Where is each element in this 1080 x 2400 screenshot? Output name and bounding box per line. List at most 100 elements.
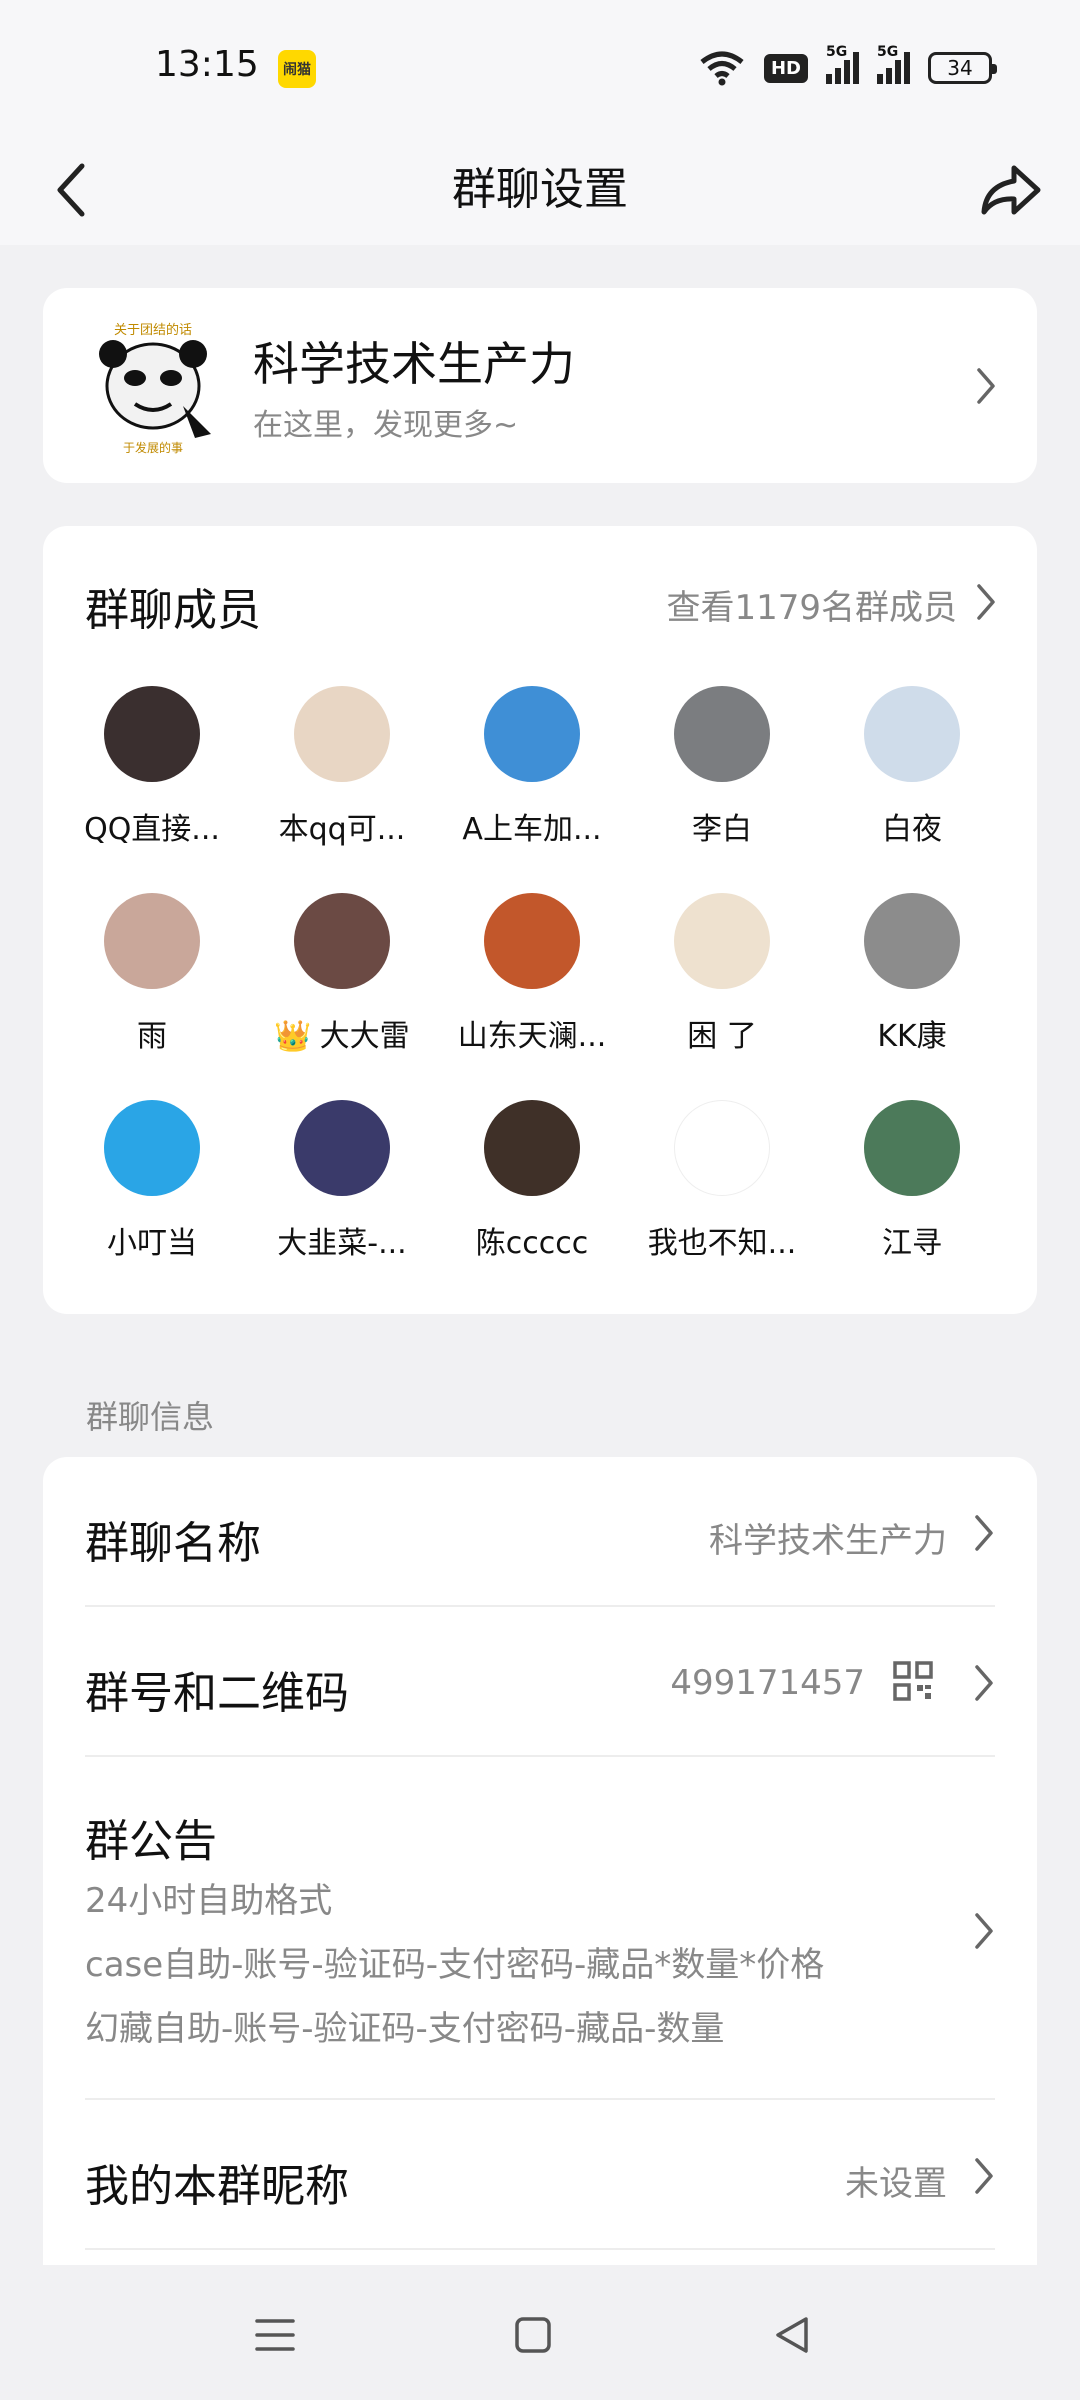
member-name: 本qq可... xyxy=(247,804,437,848)
member-avatar xyxy=(294,893,390,989)
avatar-text-bottom: 于发展的事 xyxy=(123,440,183,455)
member-name: 👑 大大雷 xyxy=(247,1011,437,1055)
member-avatar xyxy=(484,893,580,989)
member-name: 我也不知... xyxy=(627,1218,817,1262)
member-avatar xyxy=(674,893,770,989)
member-name: 李白 xyxy=(627,804,817,848)
member-name: 雨 xyxy=(57,1011,247,1055)
member-item[interactable]: 小叮当 xyxy=(57,1100,247,1262)
chevron-right-icon xyxy=(975,2158,993,2194)
member-avatar xyxy=(104,893,200,989)
nickname-label: 我的本群昵称 xyxy=(85,2161,349,2212)
chevron-right-icon xyxy=(975,1515,993,1551)
group-avatar: 关于团结的话 于发展的事 xyxy=(83,316,223,456)
group-id-label: 群号和二维码 xyxy=(85,1668,349,1719)
chevron-right-icon xyxy=(975,1913,993,1949)
group-name-label: 群聊名称 xyxy=(85,1518,261,1569)
page-title: 群聊设置 xyxy=(452,164,628,215)
announcement-preview: 24小时自助格式 case自助-账号-验证码-支付密码-藏品*数量*价格 幻藏自… xyxy=(85,1869,824,2061)
signal-label-2: 5G xyxy=(877,44,899,60)
member-name-text: 李白 xyxy=(692,812,752,847)
member-name: 大韭菜-... xyxy=(247,1218,437,1262)
chevron-right-icon[interactable] xyxy=(975,582,997,622)
member-name-text: 困 了 xyxy=(687,1019,757,1054)
member-name-text: 江寻 xyxy=(882,1226,942,1261)
group-name: 科学技术生产力 xyxy=(253,337,575,391)
member-avatar xyxy=(484,686,580,782)
announcement-line-2: case自助-账号-验证码-支付密码-藏品*数量*价格 xyxy=(85,1945,825,1985)
row-group-id-qrcode[interactable]: 群号和二维码 499171457 xyxy=(85,1607,995,1757)
member-item[interactable]: 白夜 xyxy=(817,686,1007,848)
chevron-right-icon xyxy=(975,1665,993,1701)
member-item[interactable]: 江寻 xyxy=(817,1100,1007,1262)
member-name-text: 小叮当 xyxy=(107,1226,197,1261)
member-item[interactable]: 本qq可... xyxy=(247,686,437,848)
member-name: A上车加... xyxy=(437,804,627,848)
back-triangle-icon xyxy=(776,2317,808,2353)
share-icon xyxy=(981,165,1041,215)
view-all-members-link[interactable]: 查看1179名群成员 xyxy=(666,580,957,629)
member-avatar xyxy=(674,686,770,782)
member-item[interactable]: A上车加... xyxy=(437,686,627,848)
group-info-card: 群聊名称 科学技术生产力 群号和二维码 499171457 群公告 24小时自助… xyxy=(43,1457,1037,2270)
member-name-text: 雨 xyxy=(137,1019,167,1054)
group-description: 在这里，发现更多~ xyxy=(253,408,519,443)
avatar-text-top: 关于团结的话 xyxy=(114,322,192,338)
share-button[interactable] xyxy=(970,153,1050,227)
system-navigation-bar xyxy=(0,2265,1080,2400)
member-item[interactable]: 👑 大大雷 xyxy=(247,893,437,1055)
member-avatar xyxy=(864,686,960,782)
menu-nav-button[interactable] xyxy=(235,2295,315,2375)
row-my-group-nickname[interactable]: 我的本群昵称 未设置 xyxy=(85,2100,995,2250)
status-time: 13:15 xyxy=(155,44,259,85)
member-item[interactable]: 陈ccccc xyxy=(437,1100,627,1262)
member-name: 白夜 xyxy=(817,804,1007,848)
member-item[interactable]: 雨 xyxy=(57,893,247,1055)
member-name: 陈ccccc xyxy=(437,1218,627,1262)
header: 群聊设置 xyxy=(0,135,1080,245)
row-group-announcement[interactable]: 群公告 24小时自助格式 case自助-账号-验证码-支付密码-藏品*数量*价格… xyxy=(85,1757,995,2100)
battery-level: 34 xyxy=(947,56,973,80)
member-item[interactable]: 山东天澜... xyxy=(437,893,627,1055)
member-name: 山东天澜... xyxy=(437,1011,627,1055)
member-name-text: 我也不知... xyxy=(647,1226,797,1261)
group-id-value: 499171457 xyxy=(670,1663,865,1703)
group-profile-card[interactable]: 关于团结的话 于发展的事 科学技术生产力 在这里，发现更多~ xyxy=(43,288,1037,483)
member-item[interactable]: KK康 xyxy=(817,893,1007,1055)
member-name-text: 本qq可... xyxy=(278,812,406,847)
panda-meme-avatar: 关于团结的话 于发展的事 xyxy=(83,316,223,456)
member-name-text: 大大雷 xyxy=(319,1019,410,1054)
home-square-icon xyxy=(515,2317,551,2353)
section-label-group-info: 群聊信息 xyxy=(86,1398,215,1436)
chevron-right-icon xyxy=(977,368,995,404)
member-avatar xyxy=(104,1100,200,1196)
battery-icon: 34 xyxy=(928,52,997,84)
back-nav-button[interactable] xyxy=(752,2295,832,2375)
status-bar: 13:15 闹猫 HD 5G 5G 34 xyxy=(0,0,1080,135)
row-group-name[interactable]: 群聊名称 科学技术生产力 xyxy=(85,1457,995,1607)
announcement-line-1: 24小时自助格式 xyxy=(85,1881,333,1921)
group-name-value: 科学技术生产力 xyxy=(709,1521,947,1561)
signal-icon-1: 5G xyxy=(826,44,859,84)
notification-app-icon: 闹猫 xyxy=(278,50,316,88)
members-card: 群聊成员 查看1179名群成员 QQ直接... 本qq可... A上车加... 李白 白… xyxy=(43,526,1037,1314)
signal-icon-2: 5G xyxy=(877,44,910,84)
member-name-text: KK康 xyxy=(877,1019,947,1054)
member-item[interactable]: QQ直接... xyxy=(57,686,247,848)
crown-icon: 👑 xyxy=(274,1019,312,1054)
member-item[interactable]: 困 了 xyxy=(627,893,817,1055)
hd-voice-icon: HD xyxy=(763,53,808,83)
member-item[interactable]: 李白 xyxy=(627,686,817,848)
member-item[interactable]: 我也不知... xyxy=(627,1100,817,1262)
member-name-text: 山东天澜... xyxy=(457,1019,607,1054)
member-name-text: A上车加... xyxy=(462,812,602,847)
member-name-text: 陈ccccc xyxy=(475,1226,589,1261)
system-icons: HD 5G 5G 34 xyxy=(698,44,997,90)
wifi-icon xyxy=(700,51,744,86)
announcement-line-3: 幻藏自助-账号-验证码-支付密码-藏品-数量 xyxy=(85,2009,725,2049)
member-avatar xyxy=(294,686,390,782)
members-title: 群聊成员 xyxy=(85,585,261,636)
member-item[interactable]: 大韭菜-... xyxy=(247,1100,437,1262)
home-nav-button[interactable] xyxy=(493,2295,573,2375)
menu-icon xyxy=(255,2319,295,2351)
